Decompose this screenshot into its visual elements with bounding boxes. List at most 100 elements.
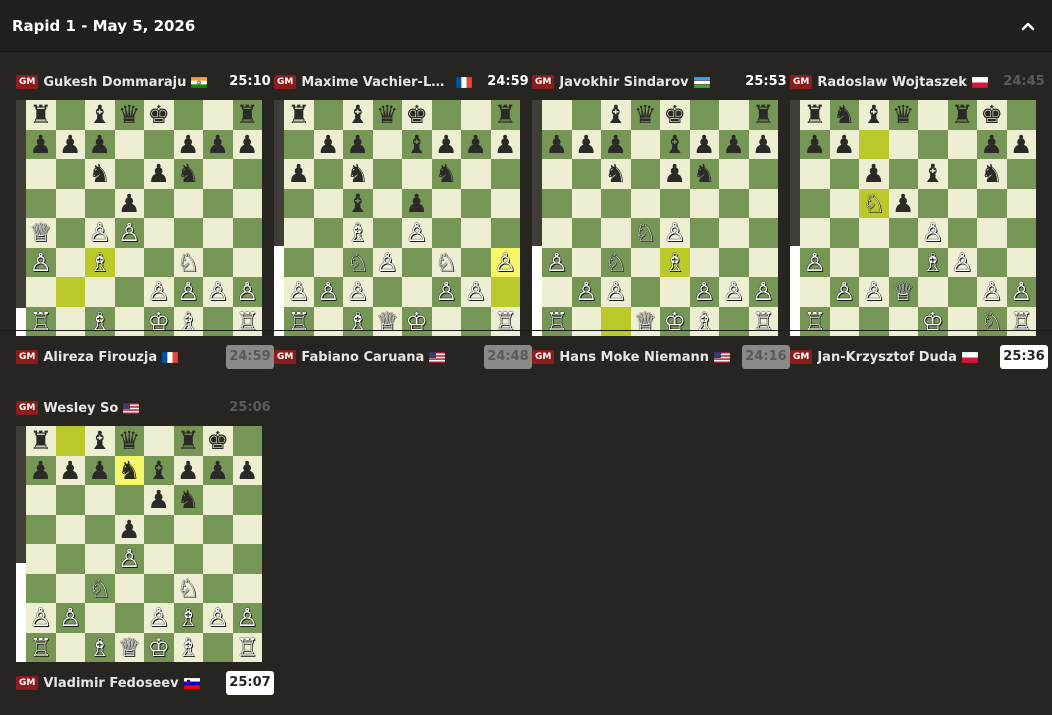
board-area[interactable]: ♜ ♝ ♛ ♜ ♚ ♟ ♟ ♟ ♞ ♝ ♟ ♟ ♟ ♟ ♞ ♟ ♙ ♘ ♘ ♙ ♙ ♙ ♗ ♙ ♙ ♖ ♗ ♕ ♔ ♗ ♖ <box>16 426 264 662</box>
piece-white-n[interactable]: ♘ <box>89 576 111 601</box>
piece-black-p[interactable]: ♟ <box>118 517 140 542</box>
square-f4[interactable] <box>173 544 203 574</box>
square-a5[interactable] <box>26 514 56 544</box>
square-d7[interactable] <box>114 129 144 159</box>
square-a2[interactable]: ♙ <box>26 603 56 633</box>
square-a2[interactable] <box>26 277 56 307</box>
square-c3[interactable]: ♘ <box>601 247 631 277</box>
square-h2[interactable]: ♙ <box>748 277 778 307</box>
square-b3[interactable] <box>829 247 859 277</box>
square-g7[interactable]: ♟ <box>719 129 749 159</box>
square-b3[interactable] <box>571 247 601 277</box>
square-a4[interactable] <box>284 218 314 248</box>
square-c8[interactable]: ♝ <box>859 100 889 130</box>
piece-black-r[interactable]: ♜ <box>177 428 199 453</box>
square-f6[interactable]: ♞ <box>431 159 461 189</box>
square-a7[interactable] <box>284 129 314 159</box>
square-f7[interactable]: ♟ <box>173 455 203 485</box>
square-f8[interactable]: ♜ <box>173 426 203 456</box>
square-d1[interactable]: ♕ <box>630 306 660 336</box>
square-g6[interactable] <box>719 159 749 189</box>
square-a8[interactable]: ♜ <box>26 426 56 456</box>
square-a1[interactable]: ♖ <box>800 306 830 336</box>
square-f8[interactable]: ♜ <box>947 100 977 130</box>
square-b5[interactable] <box>55 514 85 544</box>
piece-white-p[interactable]: ♙ <box>59 605 81 630</box>
square-a5[interactable] <box>800 188 830 218</box>
square-a3[interactable]: ♙ <box>800 247 830 277</box>
player-name[interactable]: Wesley So <box>43 401 118 416</box>
square-e4[interactable]: ♙ <box>402 218 432 248</box>
piece-black-r[interactable]: ♜ <box>494 102 516 127</box>
game-card[interactable]: GM Javokhir Sindarov 25:53 ♝ ♛ ♚ ♜ ♟ ♟ ♟ ♝ ♟ ♟ ♟ ♞ ♟… <box>532 70 790 386</box>
square-e1[interactable]: ♔ <box>144 632 174 662</box>
square-h6[interactable] <box>748 159 778 189</box>
square-e7[interactable] <box>144 129 174 159</box>
piece-black-k[interactable]: ♚ <box>207 428 229 453</box>
square-d2[interactable] <box>114 277 144 307</box>
square-h7[interactable]: ♟ <box>232 129 262 159</box>
square-h7[interactable]: ♟ <box>748 129 778 159</box>
square-b2[interactable]: ♙ <box>313 277 343 307</box>
square-a7[interactable]: ♟ <box>26 455 56 485</box>
game-card[interactable]: GM Wesley So 25:06 ♜ ♝ ♛ ♜ ♚ ♟ ♟ ♟ ♞ ♝ ♟ ♟ ♟ ♟ ♞ ♟ ♙ ♘ ♘ ♙ ♙… <box>16 396 274 712</box>
piece-white-p[interactable]: ♙ <box>546 250 568 275</box>
square-d7[interactable] <box>888 129 918 159</box>
piece-black-r[interactable]: ♜ <box>30 428 52 453</box>
piece-white-p[interactable]: ♙ <box>693 279 715 304</box>
square-b8[interactable]: ♞ <box>829 100 859 130</box>
square-b5[interactable] <box>571 188 601 218</box>
square-b6[interactable] <box>829 159 859 189</box>
piece-black-n[interactable]: ♞ <box>347 161 369 186</box>
game-card[interactable]: GM Gukesh Dommaraju 25:10 ♜ ♝ ♛ ♚ ♜ ♟ ♟ ♟ ♟ ♟ ♟ ♞ ♟ ♞… <box>16 70 274 386</box>
square-a6[interactable] <box>542 159 572 189</box>
square-c5[interactable] <box>85 514 115 544</box>
piece-white-n[interactable]: ♘ <box>863 191 885 216</box>
piece-black-p[interactable]: ♟ <box>981 132 1003 157</box>
square-b1[interactable] <box>55 632 85 662</box>
player-name[interactable]: Jan-Krzysztof Duda <box>817 350 957 365</box>
square-a4[interactable] <box>26 544 56 574</box>
piece-black-q[interactable]: ♛ <box>118 102 140 127</box>
square-f7[interactable]: ♟ <box>431 129 461 159</box>
piece-white-b[interactable]: ♗ <box>177 635 199 660</box>
piece-white-p[interactable]: ♙ <box>288 279 310 304</box>
square-e7[interactable]: ♝ <box>660 129 690 159</box>
square-d5[interactable]: ♟ <box>888 188 918 218</box>
section-header[interactable]: Rapid 1 - May 5, 2026 <box>0 0 1052 52</box>
player-top[interactable]: GM Gukesh Dommaraju 25:10 <box>16 69 274 95</box>
square-a2[interactable] <box>800 277 830 307</box>
square-g1[interactable] <box>719 306 749 336</box>
square-e4[interactable]: ♙ <box>660 218 690 248</box>
square-b8[interactable] <box>313 100 343 130</box>
square-b4[interactable] <box>55 544 85 574</box>
piece-black-p[interactable]: ♟ <box>693 132 715 157</box>
chess-board[interactable]: ♜ ♝ ♛ ♜ ♚ ♟ ♟ ♟ ♞ ♝ ♟ ♟ ♟ ♟ ♞ ♟ ♙ ♘ ♘ ♙ ♙ ♙ ♗ ♙ ♙ ♖ ♗ ♕ ♔ ♗ ♖ <box>26 426 262 662</box>
square-g8[interactable] <box>719 100 749 130</box>
square-d2[interactable] <box>114 603 144 633</box>
square-f7[interactable]: ♟ <box>173 129 203 159</box>
square-g1[interactable]: ♘ <box>977 306 1007 336</box>
square-f4[interactable] <box>689 218 719 248</box>
piece-white-b[interactable]: ♗ <box>89 635 111 660</box>
piece-black-r[interactable]: ♜ <box>752 102 774 127</box>
square-f5[interactable] <box>689 188 719 218</box>
piece-black-p[interactable]: ♟ <box>494 132 516 157</box>
square-a8[interactable] <box>542 100 572 130</box>
square-c1[interactable] <box>601 306 631 336</box>
square-e6[interactable]: ♟ <box>144 485 174 515</box>
piece-white-p[interactable]: ♙ <box>664 220 686 245</box>
piece-white-n[interactable]: ♘ <box>177 576 199 601</box>
game-card[interactable]: GM Radoslaw Wojtaszek 24:45 ♜ ♞ ♝ ♛ ♜ ♚ ♟ ♟ ♟ ♟ ♟ ♝… <box>790 70 1048 386</box>
square-a1[interactable]: ♖ <box>26 632 56 662</box>
square-a6[interactable] <box>26 485 56 515</box>
square-c7[interactable]: ♟ <box>601 129 631 159</box>
piece-black-n[interactable]: ♞ <box>981 161 1003 186</box>
square-c2[interactable] <box>85 603 115 633</box>
piece-white-p[interactable]: ♙ <box>236 605 258 630</box>
piece-black-p[interactable]: ♟ <box>236 132 258 157</box>
square-f4[interactable] <box>173 218 203 248</box>
chess-board[interactable]: ♝ ♛ ♚ ♜ ♟ ♟ ♟ ♝ ♟ ♟ ♟ ♞ ♟ ♞ ♘ ♙ ♙ ♘ ♗ ♙ ♙ ♙ ♙ ♙ ♖ ♕ ♔ ♗ ♖ <box>542 100 778 336</box>
square-d1[interactable] <box>888 306 918 336</box>
piece-black-p[interactable]: ♟ <box>59 132 81 157</box>
